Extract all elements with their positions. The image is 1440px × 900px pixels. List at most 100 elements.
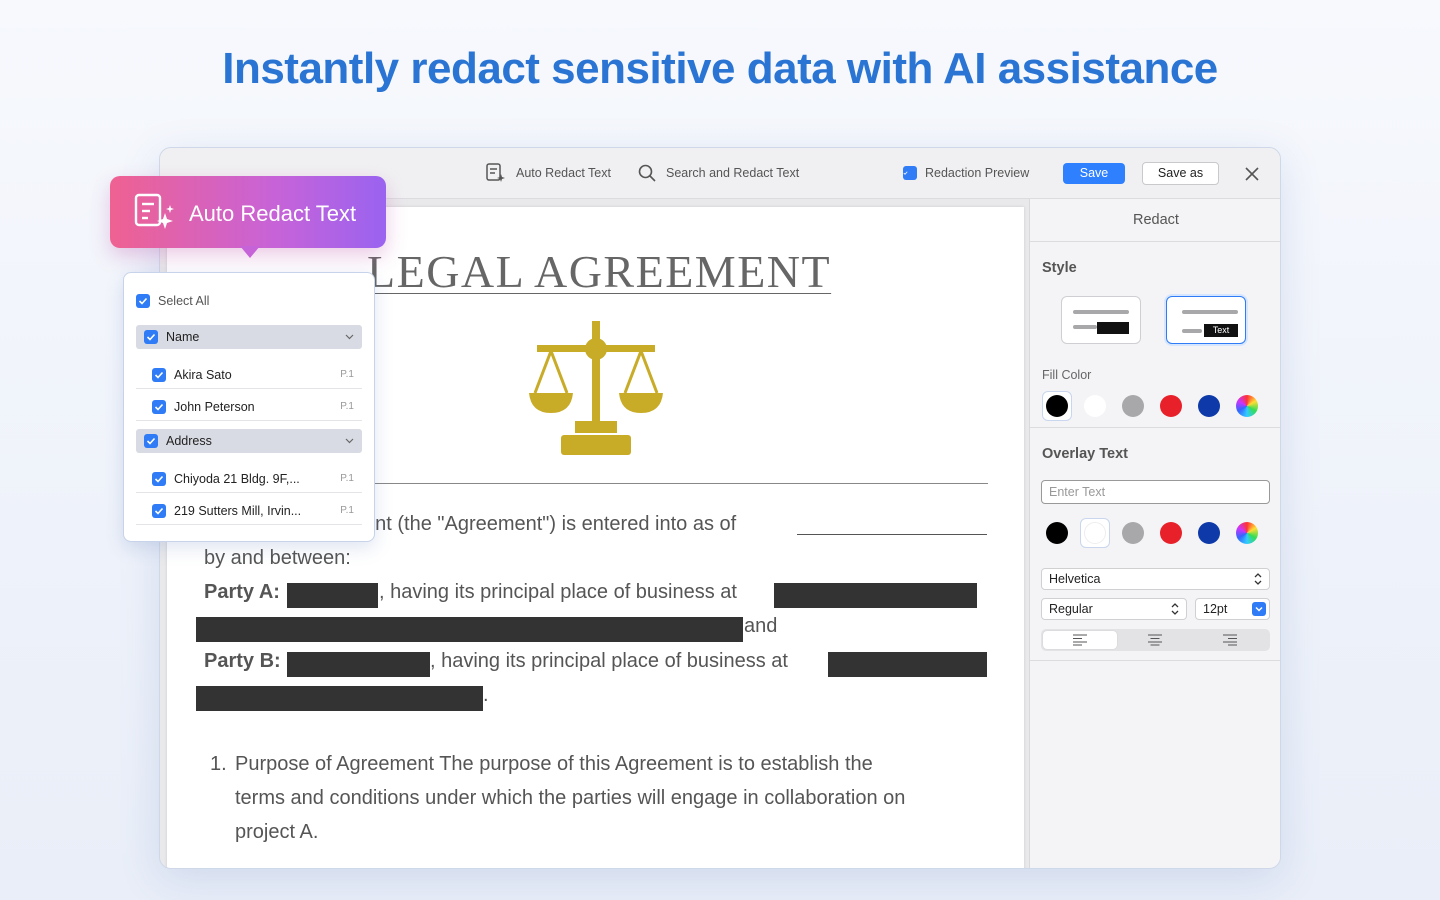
font-size-select[interactable]: 12pt [1195,598,1270,620]
close-icon[interactable] [1244,166,1260,182]
fill-color-label: Fill Color [1042,368,1092,382]
item-page: P.1 [340,369,354,380]
item-checkbox[interactable] [152,471,166,486]
text-color-black[interactable] [1046,522,1068,544]
document-title: LEGAL AGREEMENT [367,246,832,297]
align-right-icon[interactable] [1193,631,1267,649]
check-icon [146,333,156,341]
style-label: Style [1042,260,1077,276]
search-redact-label: Search and Redact Text [666,166,800,180]
party-b-label: Party B: [204,650,281,672]
item-page: P.1 [340,473,354,484]
search-redact-button[interactable]: Search and Redact Text [637,162,799,184]
group-name-label: Name [166,330,200,344]
text-color-gray[interactable] [1122,522,1144,544]
fill-color-red[interactable] [1160,395,1182,417]
auto-redact-text-button[interactable]: Auto Redact Text [485,162,611,184]
fill-color-black[interactable] [1046,395,1068,417]
auto-redact-icon [134,193,174,229]
overlay-text-input[interactable]: Enter Text [1041,480,1270,504]
check-icon [154,371,164,379]
check-icon [138,297,148,305]
text-color-blue[interactable] [1198,522,1220,544]
redaction-preview-checkbox[interactable] [903,166,917,180]
list-item[interactable]: Chiyoda 21 Bldg. 9F,... P.1 [136,465,362,493]
style-text-sample: Text [1204,324,1238,337]
font-size-value: 12pt [1203,602,1228,616]
fill-color-gray[interactable] [1122,395,1144,417]
badge-label: Auto Redact Text [189,201,357,226]
font-weight-select[interactable]: Regular [1041,598,1187,620]
date-blank [797,534,987,535]
item-checkbox[interactable] [152,503,166,518]
redaction-box [196,617,743,642]
list-item[interactable]: John Peterson P.1 [136,393,362,421]
auto-redact-results-dropdown: Select All Name Akira Sato P.1 John Pete… [123,272,375,542]
item-page: P.1 [340,401,354,412]
style-text-option[interactable]: Text [1166,296,1246,344]
overlay-text-label: Overlay Text [1042,446,1128,462]
save-button[interactable]: Save [1063,163,1125,184]
party-a-label: Party A: [204,581,280,603]
auto-redact-badge: Auto Redact Text [110,176,386,248]
intro-line: ent (the "Agreement") is entered into as… [364,513,737,535]
align-left-icon[interactable] [1043,631,1117,649]
group-name-checkbox[interactable] [144,330,158,344]
item-label: Chiyoda 21 Bldg. 9F,... [174,471,300,486]
and-text: and [744,615,778,637]
by-and-between: by and between: [204,547,351,569]
text-color-white[interactable] [1084,522,1106,544]
list-number: 1. [210,753,227,775]
group-address-checkbox[interactable] [144,434,158,448]
check-icon [154,475,164,483]
scales-of-justice-icon [529,321,663,455]
fill-color-picker-icon[interactable] [1236,395,1258,417]
font-family-select[interactable]: Helvetica [1041,568,1270,590]
check-icon [146,437,156,445]
list-item[interactable]: Akira Sato P.1 [136,361,362,389]
redaction-box [196,686,483,711]
section-divider [1030,427,1280,428]
redaction-preview-toggle[interactable]: Redaction Preview [903,162,1029,184]
item-label: Akira Sato [174,367,232,382]
headline: Instantly redact sensitive data with AI … [222,44,1218,93]
redact-sidebar: Redact Style Text Fill Color Overlay Tex… [1029,199,1280,868]
select-all-row[interactable]: Select All [136,289,362,313]
check-icon [154,507,164,515]
align-center-icon[interactable] [1118,631,1192,649]
text-align-control [1041,629,1270,651]
item-label: 219 Sutters Mill, Irvin... [174,503,302,518]
select-all-label: Select All [158,294,210,308]
save-as-button[interactable]: Save as [1142,162,1219,185]
item-checkbox[interactable] [152,399,166,414]
list-line-3: project A. [235,821,319,843]
sidebar-header: Redact [1030,199,1280,242]
group-name-row[interactable]: Name [136,325,362,349]
group-address-row[interactable]: Address [136,429,362,453]
font-weight-value: Regular [1049,602,1093,616]
font-family-value: Helvetica [1049,572,1101,586]
check-icon [903,171,908,175]
font-size-dropdown-icon[interactable] [1252,602,1266,616]
section-divider [1030,660,1280,661]
style-fill-option[interactable] [1061,296,1141,344]
select-all-checkbox[interactable] [136,294,150,308]
redaction-box [774,583,977,608]
item-label: John Peterson [174,399,255,414]
text-color-picker-icon[interactable] [1236,522,1258,544]
party-a-text: , having its principal place of business… [379,581,737,603]
badge-pointer [240,246,260,258]
updown-chevron-icon [1254,573,1262,585]
fill-color-white[interactable] [1084,395,1106,417]
text-color-red[interactable] [1160,522,1182,544]
item-checkbox[interactable] [152,367,166,382]
chevron-down-icon [345,438,354,444]
search-icon [638,164,656,182]
party-b-text: , having its principal place of business… [430,650,788,672]
item-page: P.1 [340,505,354,516]
check-icon [154,403,164,411]
fill-color-blue[interactable] [1198,395,1220,417]
period-text: . [483,684,489,706]
list-item[interactable]: 219 Sutters Mill, Irvin... P.1 [136,497,362,525]
list-line-2: terms and conditions under which the par… [235,787,906,809]
